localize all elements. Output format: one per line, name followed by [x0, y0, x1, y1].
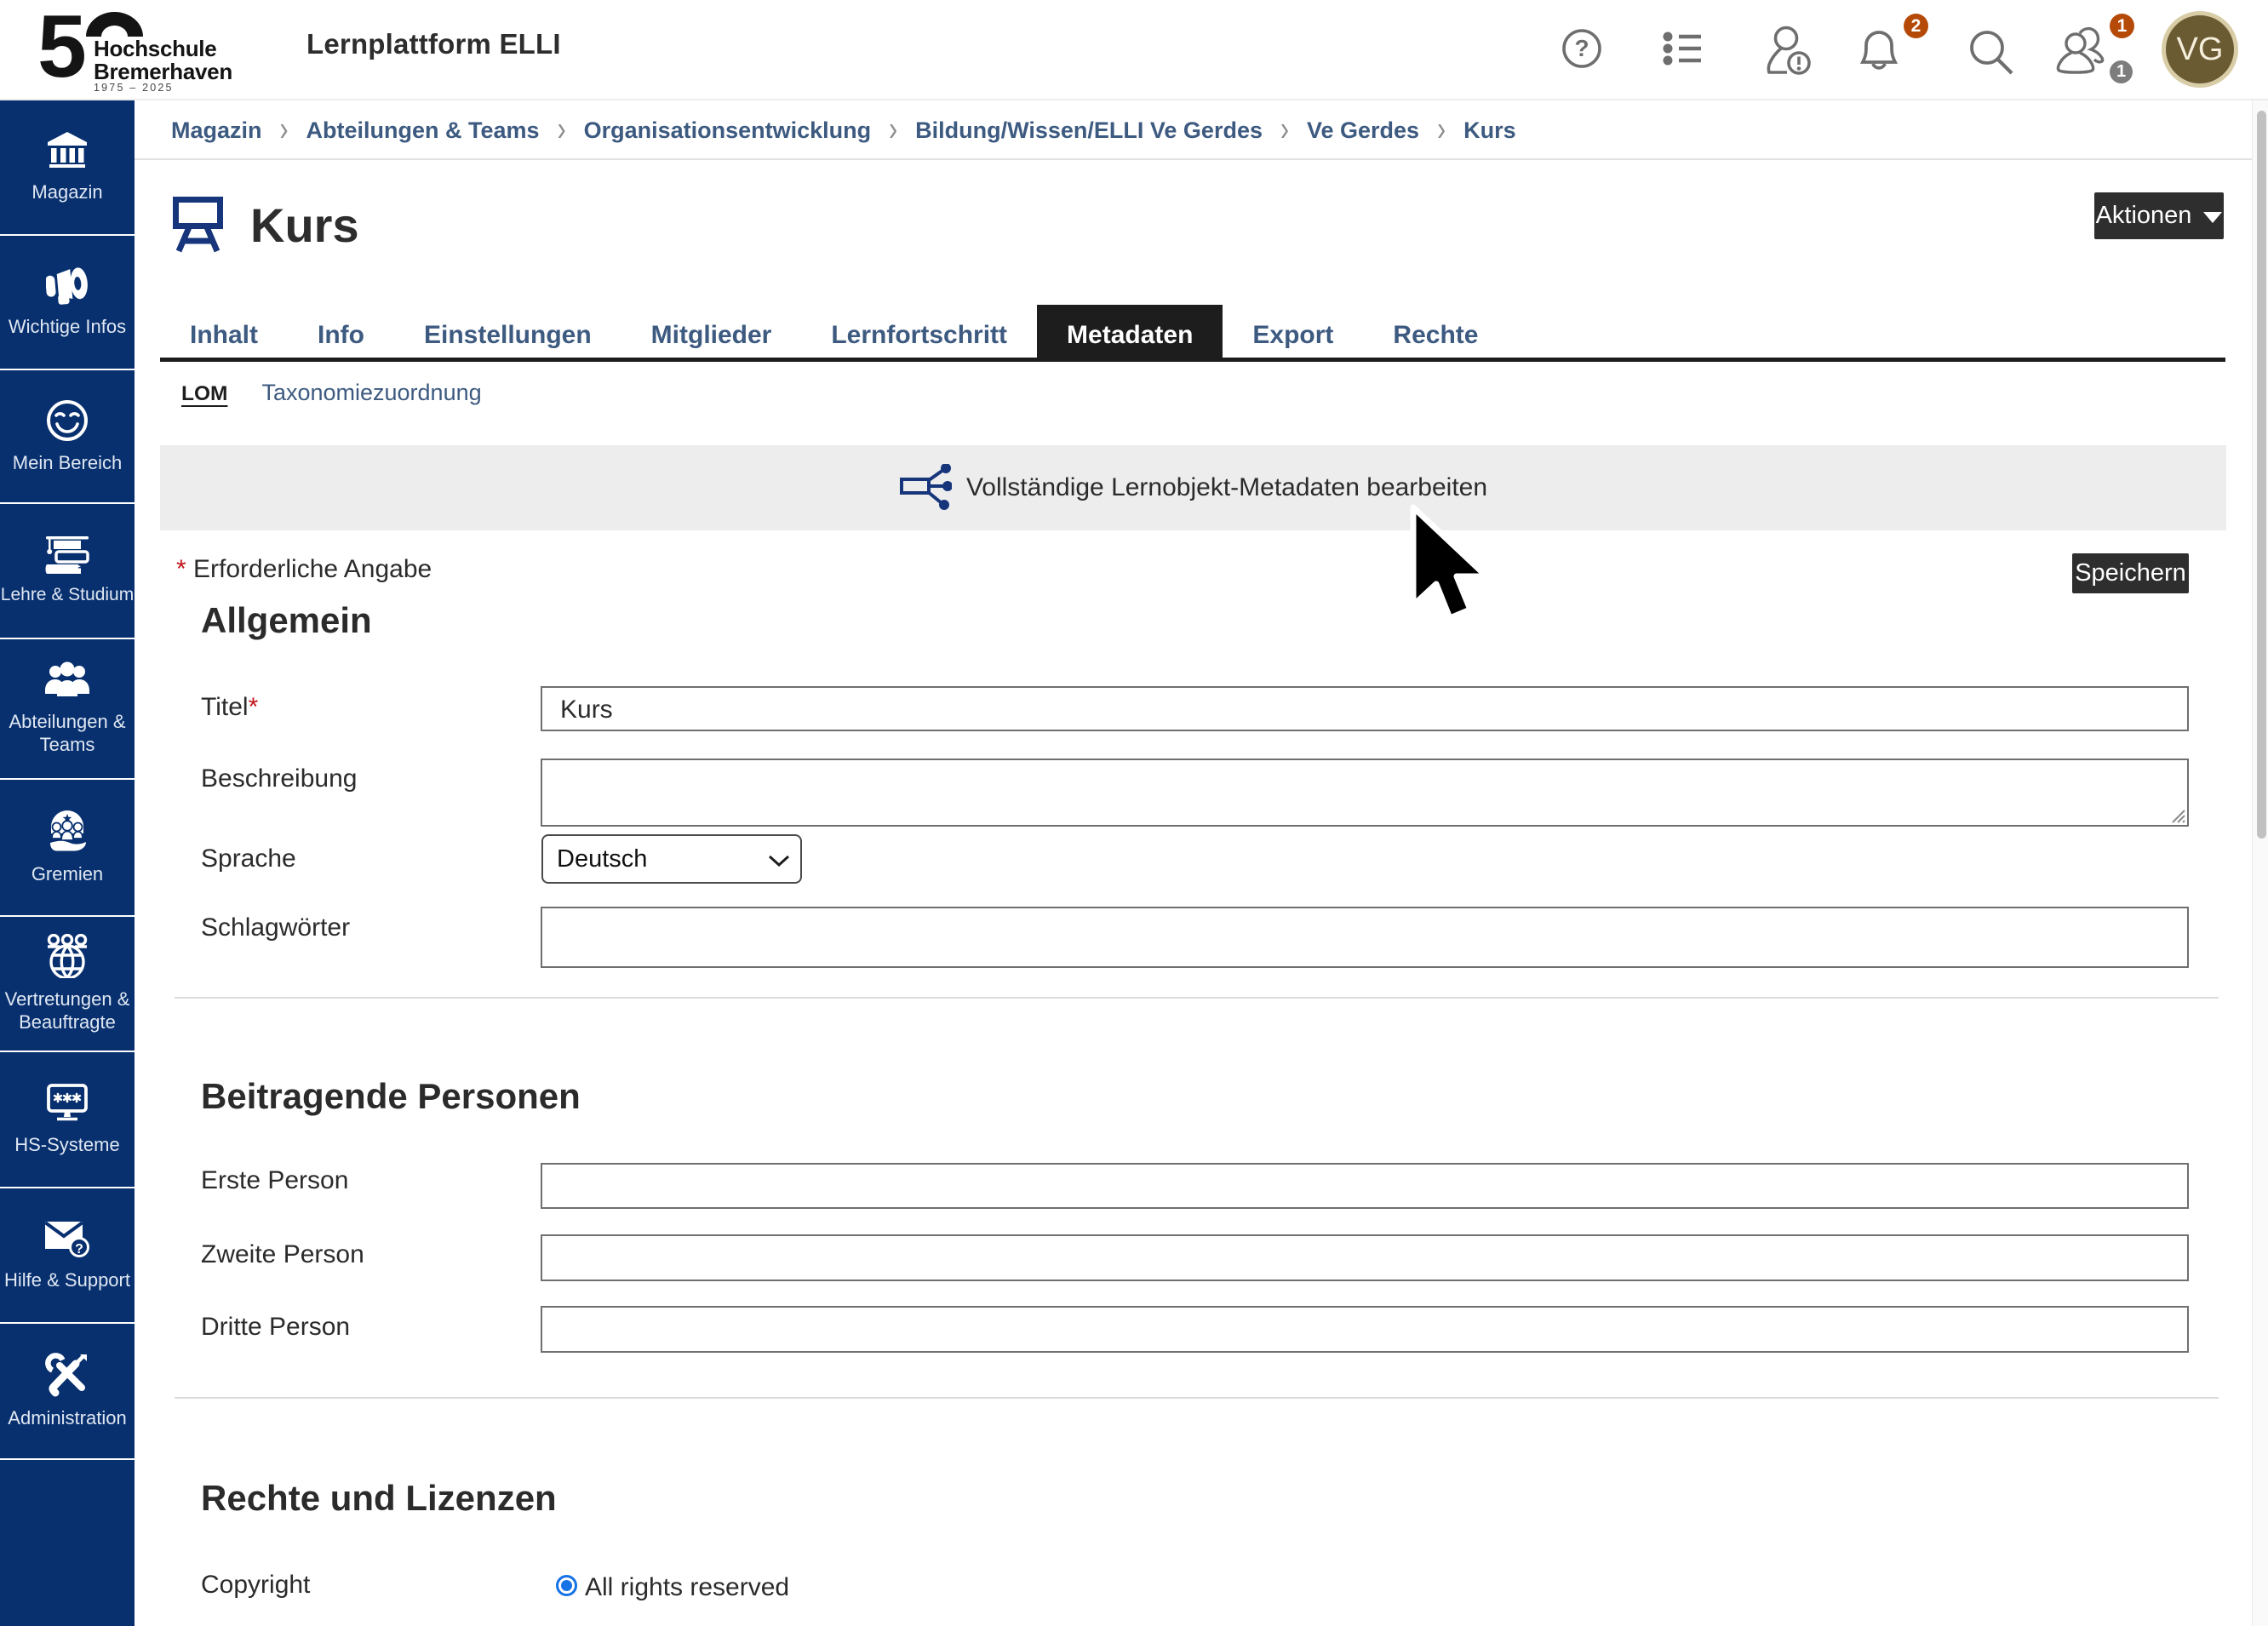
svg-text:?: ?	[1574, 35, 1589, 61]
svg-text:5: 5	[39, 9, 87, 96]
svg-text:Hochschule: Hochschule	[94, 36, 216, 61]
svg-text:1975 – 2025: 1975 – 2025	[94, 82, 174, 94]
svg-text:?: ?	[75, 1242, 83, 1257]
svg-text:Bremerhaven: Bremerhaven	[94, 59, 232, 84]
